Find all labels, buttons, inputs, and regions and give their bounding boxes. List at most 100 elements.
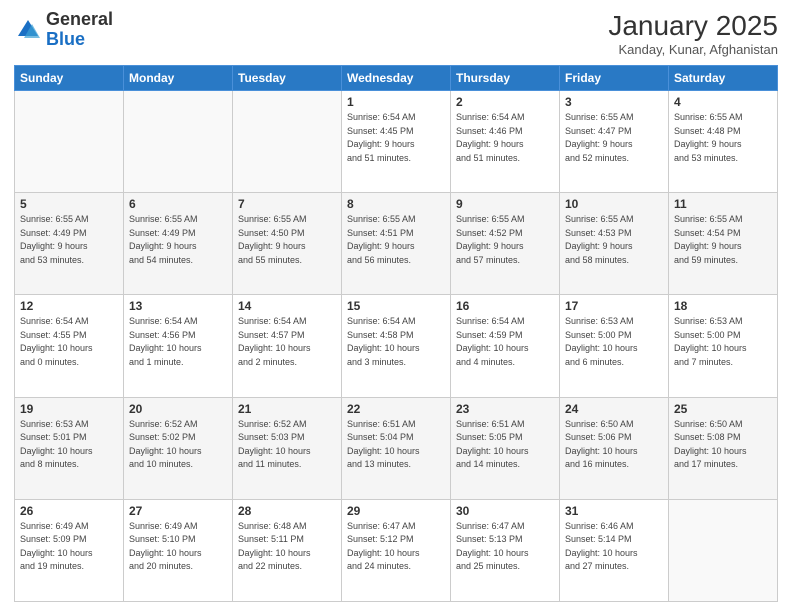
day-info: Sunrise: 6:52 AM Sunset: 5:03 PM Dayligh… bbox=[238, 418, 336, 472]
calendar-cell: 28 Sunrise: 6:48 AM Sunset: 5:11 PM Dayli… bbox=[233, 499, 342, 601]
day-number: 31 bbox=[565, 504, 663, 518]
day-number: 10 bbox=[565, 197, 663, 211]
calendar-cell: 23Sunrise: 6:51 AM Sunset: 5:05 PM Dayli… bbox=[451, 397, 560, 499]
week-row-3: 12Sunrise: 6:54 AM Sunset: 4:55 PM Dayli… bbox=[15, 295, 778, 397]
calendar-cell: 3 Sunrise: 6:55 AM Sunset: 4:47 PM Daylig… bbox=[560, 91, 669, 193]
day-info: Sunrise: 6:54 AM Sunset: 4:57 PM Dayligh… bbox=[238, 315, 336, 369]
weekday-header-wednesday: Wednesday bbox=[342, 66, 451, 91]
calendar-cell: 24 Sunrise: 6:50 AM Sunset: 5:06 PM Dayli… bbox=[560, 397, 669, 499]
calendar-cell: 7Sunrise: 6:55 AM Sunset: 4:50 PM Daylig… bbox=[233, 193, 342, 295]
calendar-cell: 2 Sunrise: 6:54 AM Sunset: 4:46 PM Daylig… bbox=[451, 91, 560, 193]
day-number: 25 bbox=[674, 402, 772, 416]
day-number: 27 bbox=[129, 504, 227, 518]
calendar-cell: 1 Sunrise: 6:54 AM Sunset: 4:45 PM Daylig… bbox=[342, 91, 451, 193]
day-number: 13 bbox=[129, 299, 227, 313]
calendar-cell: 31 Sunrise: 6:46 AM Sunset: 5:14 PM Dayli… bbox=[560, 499, 669, 601]
week-row-5: 26Sunrise: 6:49 AM Sunset: 5:09 PM Dayli… bbox=[15, 499, 778, 601]
calendar-cell: 11 Sunrise: 6:55 AM Sunset: 4:54 PM Dayli… bbox=[669, 193, 778, 295]
logo-text: General Blue bbox=[46, 10, 113, 50]
weekday-header-saturday: Saturday bbox=[669, 66, 778, 91]
calendar-cell: 17Sunrise: 6:53 AM Sunset: 5:00 PM Dayli… bbox=[560, 295, 669, 397]
day-number: 5 bbox=[20, 197, 118, 211]
day-number: 23 bbox=[456, 402, 554, 416]
day-number: 30 bbox=[456, 504, 554, 518]
day-info: Sunrise: 6:54 AM Sunset: 4:56 PM Dayligh… bbox=[129, 315, 227, 369]
calendar-cell: 29 Sunrise: 6:47 AM Sunset: 5:12 PM Dayli… bbox=[342, 499, 451, 601]
day-info: Sunrise: 6:55 AM Sunset: 4:47 PM Dayligh… bbox=[565, 111, 663, 165]
weekday-header-monday: Monday bbox=[124, 66, 233, 91]
day-info: Sunrise: 6:55 AM Sunset: 4:48 PM Dayligh… bbox=[674, 111, 772, 165]
weekday-header-friday: Friday bbox=[560, 66, 669, 91]
calendar-cell: 4 Sunrise: 6:55 AM Sunset: 4:48 PM Daylig… bbox=[669, 91, 778, 193]
day-info: Sunrise: 6:55 AM Sunset: 4:52 PM Dayligh… bbox=[456, 213, 554, 267]
calendar-cell: 30 Sunrise: 6:47 AM Sunset: 5:13 PM Dayli… bbox=[451, 499, 560, 601]
day-info: Sunrise: 6:55 AM Sunset: 4:49 PM Dayligh… bbox=[20, 213, 118, 267]
calendar-cell bbox=[124, 91, 233, 193]
day-info: Sunrise: 6:51 AM Sunset: 5:04 PM Dayligh… bbox=[347, 418, 445, 472]
weekday-header-tuesday: Tuesday bbox=[233, 66, 342, 91]
day-number: 29 bbox=[347, 504, 445, 518]
day-info: Sunrise: 6:46 AM Sunset: 5:14 PM Dayligh… bbox=[565, 520, 663, 574]
day-number: 17 bbox=[565, 299, 663, 313]
week-row-1: 1 Sunrise: 6:54 AM Sunset: 4:45 PM Daylig… bbox=[15, 91, 778, 193]
calendar-cell: 9Sunrise: 6:55 AM Sunset: 4:52 PM Daylig… bbox=[451, 193, 560, 295]
day-info: Sunrise: 6:53 AM Sunset: 5:01 PM Dayligh… bbox=[20, 418, 118, 472]
day-info: Sunrise: 6:47 AM Sunset: 5:12 PM Dayligh… bbox=[347, 520, 445, 574]
calendar-cell: 8Sunrise: 6:55 AM Sunset: 4:51 PM Daylig… bbox=[342, 193, 451, 295]
day-info: Sunrise: 6:47 AM Sunset: 5:13 PM Dayligh… bbox=[456, 520, 554, 574]
day-info: Sunrise: 6:50 AM Sunset: 5:08 PM Dayligh… bbox=[674, 418, 772, 472]
day-number: 3 bbox=[565, 95, 663, 109]
day-info: Sunrise: 6:49 AM Sunset: 5:10 PM Dayligh… bbox=[129, 520, 227, 574]
weekday-header-sunday: Sunday bbox=[15, 66, 124, 91]
calendar-cell: 5 Sunrise: 6:55 AM Sunset: 4:49 PM Daylig… bbox=[15, 193, 124, 295]
day-info: Sunrise: 6:55 AM Sunset: 4:54 PM Dayligh… bbox=[674, 213, 772, 267]
calendar-table: SundayMondayTuesdayWednesdayThursdayFrid… bbox=[14, 65, 778, 602]
calendar-cell: 27 Sunrise: 6:49 AM Sunset: 5:10 PM Dayli… bbox=[124, 499, 233, 601]
title-block: January 2025 Kanday, Kunar, Afghanistan bbox=[608, 10, 778, 57]
calendar-cell: 22Sunrise: 6:51 AM Sunset: 5:04 PM Dayli… bbox=[342, 397, 451, 499]
day-number: 24 bbox=[565, 402, 663, 416]
day-info: Sunrise: 6:49 AM Sunset: 5:09 PM Dayligh… bbox=[20, 520, 118, 574]
day-number: 19 bbox=[20, 402, 118, 416]
page: General Blue January 2025 Kanday, Kunar,… bbox=[0, 0, 792, 612]
calendar-cell: 18 Sunrise: 6:53 AM Sunset: 5:00 PM Dayli… bbox=[669, 295, 778, 397]
day-info: Sunrise: 6:48 AM Sunset: 5:11 PM Dayligh… bbox=[238, 520, 336, 574]
calendar-cell bbox=[15, 91, 124, 193]
day-info: Sunrise: 6:54 AM Sunset: 4:45 PM Dayligh… bbox=[347, 111, 445, 165]
day-info: Sunrise: 6:54 AM Sunset: 4:46 PM Dayligh… bbox=[456, 111, 554, 165]
day-number: 7 bbox=[238, 197, 336, 211]
calendar-title: January 2025 bbox=[608, 10, 778, 42]
weekday-header-thursday: Thursday bbox=[451, 66, 560, 91]
day-info: Sunrise: 6:54 AM Sunset: 4:59 PM Dayligh… bbox=[456, 315, 554, 369]
week-row-4: 19 Sunrise: 6:53 AM Sunset: 5:01 PM Dayli… bbox=[15, 397, 778, 499]
day-number: 4 bbox=[674, 95, 772, 109]
day-number: 21 bbox=[238, 402, 336, 416]
calendar-cell: 6 Sunrise: 6:55 AM Sunset: 4:49 PM Daylig… bbox=[124, 193, 233, 295]
day-info: Sunrise: 6:55 AM Sunset: 4:51 PM Dayligh… bbox=[347, 213, 445, 267]
day-info: Sunrise: 6:55 AM Sunset: 4:49 PM Dayligh… bbox=[129, 213, 227, 267]
calendar-cell bbox=[669, 499, 778, 601]
calendar-cell: 15Sunrise: 6:54 AM Sunset: 4:58 PM Dayli… bbox=[342, 295, 451, 397]
day-info: Sunrise: 6:50 AM Sunset: 5:06 PM Dayligh… bbox=[565, 418, 663, 472]
calendar-cell: 21 Sunrise: 6:52 AM Sunset: 5:03 PM Dayli… bbox=[233, 397, 342, 499]
calendar-cell: 20 Sunrise: 6:52 AM Sunset: 5:02 PM Dayli… bbox=[124, 397, 233, 499]
day-number: 11 bbox=[674, 197, 772, 211]
day-number: 18 bbox=[674, 299, 772, 313]
calendar-cell bbox=[233, 91, 342, 193]
day-number: 6 bbox=[129, 197, 227, 211]
day-info: Sunrise: 6:52 AM Sunset: 5:02 PM Dayligh… bbox=[129, 418, 227, 472]
day-info: Sunrise: 6:53 AM Sunset: 5:00 PM Dayligh… bbox=[674, 315, 772, 369]
week-row-2: 5 Sunrise: 6:55 AM Sunset: 4:49 PM Daylig… bbox=[15, 193, 778, 295]
day-number: 20 bbox=[129, 402, 227, 416]
day-number: 1 bbox=[347, 95, 445, 109]
header: General Blue January 2025 Kanday, Kunar,… bbox=[14, 10, 778, 57]
calendar-cell: 25 Sunrise: 6:50 AM Sunset: 5:08 PM Dayli… bbox=[669, 397, 778, 499]
calendar-cell: 14Sunrise: 6:54 AM Sunset: 4:57 PM Dayli… bbox=[233, 295, 342, 397]
day-number: 2 bbox=[456, 95, 554, 109]
logo-icon bbox=[14, 16, 42, 44]
logo: General Blue bbox=[14, 10, 113, 50]
calendar-subtitle: Kanday, Kunar, Afghanistan bbox=[608, 42, 778, 57]
day-number: 28 bbox=[238, 504, 336, 518]
day-number: 12 bbox=[20, 299, 118, 313]
calendar-cell: 16Sunrise: 6:54 AM Sunset: 4:59 PM Dayli… bbox=[451, 295, 560, 397]
